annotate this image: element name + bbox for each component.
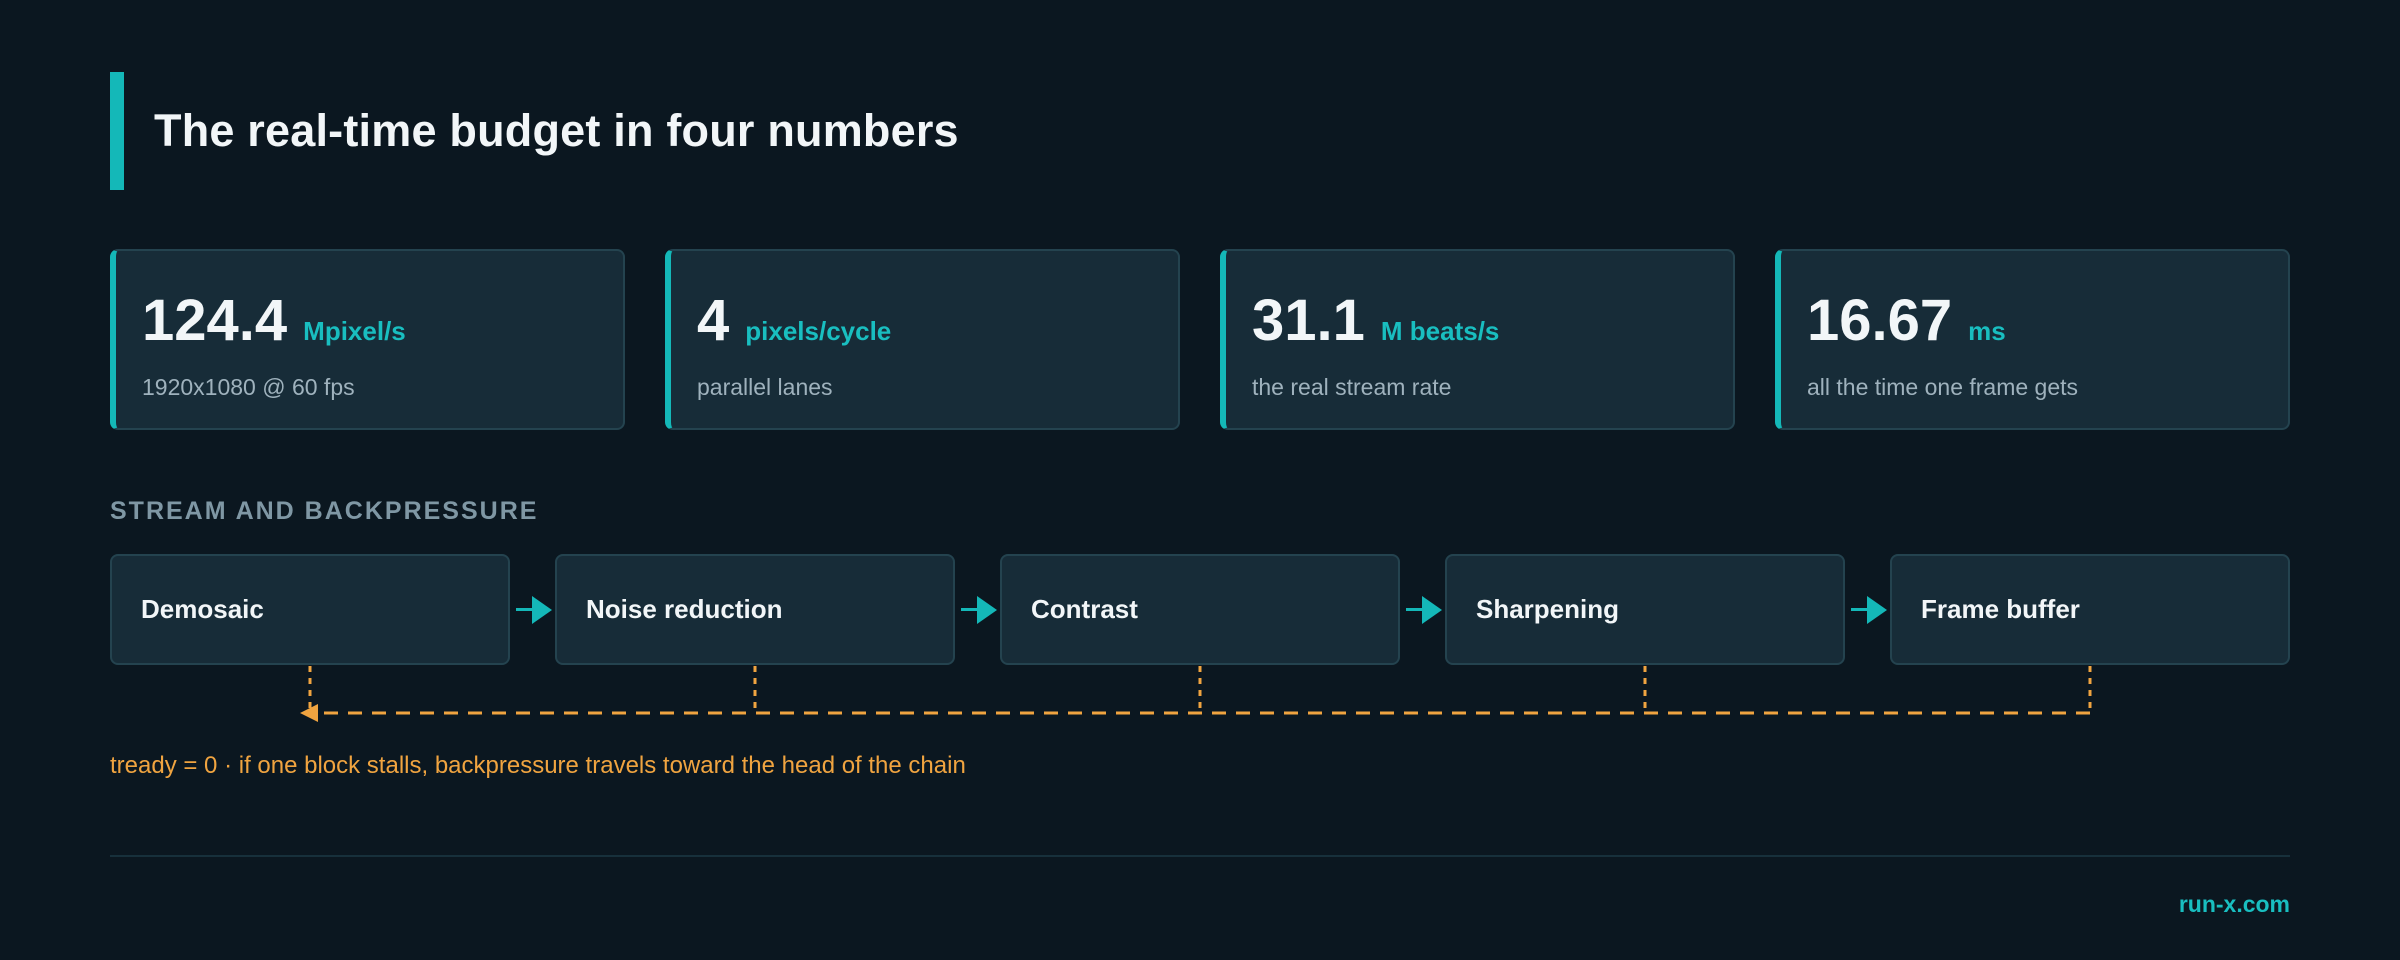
backpressure-path bbox=[300, 666, 2092, 722]
footer-brand: run-x.com bbox=[2178, 891, 2290, 917]
backpressure-note: tready = 0 · if one block stalls, backpr… bbox=[110, 752, 966, 779]
footer-divider bbox=[110, 855, 2290, 857]
